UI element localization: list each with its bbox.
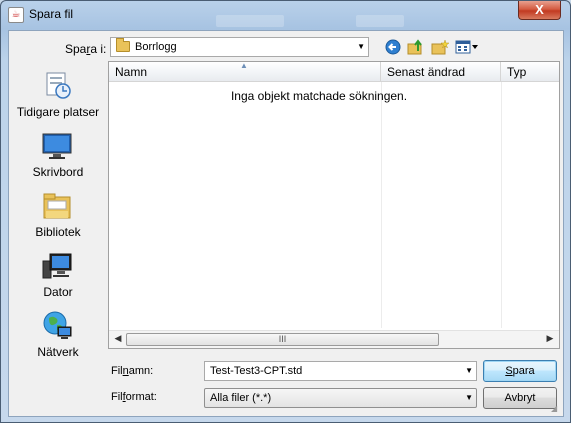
fileformat-label: Filformat: — [111, 391, 157, 403]
cancel-label: Avbryt — [504, 392, 536, 404]
dialog-body: Spara i: Borrlogg ▼ Tidigare platser Skr… — [8, 30, 564, 417]
look-in-label: Spara i: — [65, 42, 107, 56]
close-button[interactable]: X — [518, 1, 561, 20]
column-header-label: Senast ändrad — [387, 65, 466, 79]
column-divider — [381, 82, 382, 328]
close-icon: X — [535, 2, 544, 17]
place-label: Tidigare platser — [16, 105, 100, 119]
java-cup-icon: ☕ — [8, 7, 24, 23]
column-header-type[interactable]: Typ — [501, 62, 559, 82]
scroll-left-icon[interactable]: ◀ — [111, 333, 125, 344]
folder-icon — [116, 38, 130, 52]
place-libraries[interactable]: Bibliotek — [9, 187, 107, 245]
place-label: Skrivbord — [32, 165, 84, 179]
look-in-value: Borrlogg — [135, 41, 177, 53]
save-button[interactable]: Spara — [483, 360, 557, 382]
computer-icon — [42, 253, 72, 279]
column-divider — [501, 82, 502, 328]
look-in-dropdown[interactable]: Borrlogg ▼ — [110, 37, 369, 57]
filename-value: Test-Test3-CPT.std — [210, 365, 303, 377]
title-bar[interactable]: ☕ Spara fil X — [1, 1, 570, 27]
folder-up-icon — [407, 39, 422, 55]
place-desktop[interactable]: Skrivbord — [9, 127, 107, 185]
place-network[interactable]: Nätverk — [9, 307, 107, 365]
background-window-ghost — [356, 15, 404, 27]
scroll-right-icon[interactable]: ▶ — [543, 333, 557, 344]
network-icon — [43, 311, 72, 339]
back-button[interactable] — [383, 37, 403, 57]
chevron-down-icon: ▼ — [465, 393, 473, 402]
save-file-dialog: ☕ Spara fil X Spara i: Borrlogg ▼ Tidiga… — [0, 0, 571, 423]
chevron-down-icon[interactable]: ▼ — [465, 366, 473, 375]
new-folder-button[interactable] — [430, 37, 450, 57]
new-folder-icon — [431, 39, 450, 55]
place-label: Dator — [43, 285, 73, 299]
window-title: Spara fil — [29, 7, 74, 21]
background-window-ghost — [216, 15, 284, 27]
back-arrow-icon — [385, 39, 401, 55]
place-recent[interactable]: Tidigare platser — [9, 67, 107, 125]
recent-places-icon — [46, 72, 71, 99]
view-menu-icon — [455, 40, 478, 54]
filename-field[interactable]: Test-Test3-CPT.std ▼ — [204, 361, 477, 381]
place-label: Nätverk — [37, 345, 79, 359]
sort-ascending-icon: ▲ — [240, 61, 248, 70]
grip-icon: III — [278, 334, 287, 344]
fileformat-dropdown[interactable]: Alla filer (*.*) ▼ — [204, 388, 477, 408]
filename-label: Filnamn: — [111, 365, 154, 377]
resize-grip-icon[interactable]: ◢ — [551, 404, 561, 414]
empty-message: Inga objekt matchade sökningen. — [230, 89, 408, 103]
places-bar: Tidigare platser Skrivbord Bibliotek Dat… — [9, 61, 107, 361]
file-list[interactable]: Namn ▲ Senast ändrad Typ Inga objekt mat… — [108, 61, 560, 349]
column-header-label: Namn — [115, 65, 148, 79]
chevron-down-icon: ▼ — [357, 42, 365, 51]
view-menu-button[interactable] — [454, 37, 480, 57]
cancel-button[interactable]: Avbryt — [483, 387, 557, 409]
folder-up-button[interactable] — [406, 37, 426, 57]
place-label: Bibliotek — [35, 225, 81, 239]
scrollbar-thumb[interactable]: III — [126, 333, 439, 346]
column-header-label: Typ — [507, 65, 527, 79]
desktop-icon — [42, 133, 72, 159]
place-computer[interactable]: Dator — [9, 247, 107, 305]
libraries-icon — [43, 193, 71, 219]
column-header-modified[interactable]: Senast ändrad — [381, 62, 501, 82]
horizontal-scrollbar[interactable]: ◀ III ▶ — [109, 330, 559, 348]
save-label: para — [512, 365, 535, 377]
fileformat-value: Alla filer (*.*) — [210, 392, 272, 404]
column-header-name[interactable]: Namn ▲ — [109, 61, 381, 82]
save-mnemonic: S — [505, 365, 513, 377]
